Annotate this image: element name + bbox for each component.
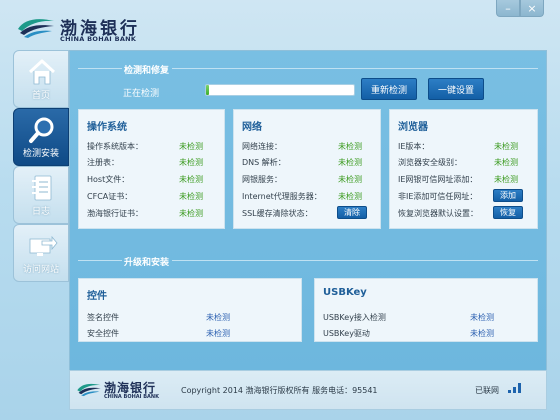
detect-progress-bar — [205, 84, 355, 96]
row-value: 未检测 — [338, 158, 362, 167]
row-label: SSL缓存清除状态： — [242, 209, 313, 218]
row-value: 未检测 — [494, 175, 518, 184]
row-value: 未检测 — [494, 158, 518, 167]
monitor-arrow-icon — [29, 235, 58, 256]
row-value: 未检测 — [470, 329, 494, 338]
home-icon — [28, 59, 56, 85]
row-label: 非IE添加可信任网址： — [398, 192, 478, 201]
row-label: 恢复浏览器默认设置： — [398, 209, 478, 218]
section-divider — [172, 68, 538, 69]
row-label: IE版本： — [398, 142, 430, 151]
network-card: 网络 网络连接： 未检测 DNS 解析： 未检测 网银服务： 未检测 Inter… — [233, 109, 381, 229]
notebook-icon — [32, 175, 52, 201]
row-value: 未检测 — [179, 175, 203, 184]
card-title: 网络 — [242, 122, 262, 133]
sidebar-item-log[interactable]: 日志 — [13, 166, 69, 224]
row-label: 渤海银行证书： — [87, 209, 143, 218]
row-label: USBKey接入检测 — [323, 313, 386, 322]
recheck-button[interactable]: 重新检测 — [361, 78, 417, 100]
bohai-wave-logo-icon — [77, 383, 101, 397]
row-value: 未检测 — [179, 209, 203, 218]
row-label: Host文件： — [87, 175, 130, 184]
row-value: 未检测 — [494, 142, 518, 151]
row-label: 网银服务： — [242, 175, 282, 184]
add-trusted-site-button[interactable]: 添加 — [493, 189, 523, 202]
detect-status-label: 正在检测 — [123, 89, 160, 99]
row-label: 安全控件 — [87, 329, 119, 338]
progress-fill — [206, 85, 209, 95]
section-divider — [78, 260, 122, 261]
card-title: USBKey — [323, 287, 367, 298]
app-header: 渤海银行 CHINA BOHAI BANK – × — [0, 0, 560, 48]
row-value: 未检测 — [470, 313, 494, 322]
network-status: 已联网 — [475, 386, 499, 395]
row-label: CFCA证书： — [87, 192, 133, 201]
close-icon: × — [527, 1, 537, 15]
footer-logo: 渤海银行 CHINA BOHAI BANK — [76, 379, 186, 403]
row-label: USBKey驱动 — [323, 329, 370, 338]
main-content: 检测和修复 正在检测 重新检测 一键设置 操作系统 操作系统版本： 未检测 注册… — [69, 50, 547, 410]
sidebar-item-label: 日志 — [31, 207, 50, 217]
sidebar-item-check-install[interactable]: 检测安装 — [13, 108, 69, 166]
card-title: 浏览器 — [398, 122, 428, 133]
content-body: 检测和修复 正在检测 重新检测 一键设置 操作系统 操作系统版本： 未检测 注册… — [70, 51, 546, 371]
row-label: DNS 解析： — [242, 158, 286, 167]
magnifier-icon — [29, 117, 54, 143]
card-title: 控件 — [87, 291, 107, 302]
row-label: 网络连接： — [242, 142, 282, 151]
row-value: 未检测 — [206, 313, 230, 322]
one-click-setup-button[interactable]: 一键设置 — [428, 78, 484, 100]
row-value: 未检测 — [338, 175, 362, 184]
row-label: Internet代理服务器： — [242, 192, 322, 201]
minimize-icon: – — [505, 1, 511, 15]
signal-bars-icon — [508, 383, 521, 393]
brand-name-en: CHINA BOHAI BANK — [60, 35, 137, 43]
row-label: 操作系统版本： — [87, 142, 143, 151]
row-label: IE网银可信网址添加： — [398, 175, 478, 184]
row-label: 浏览器安全级别： — [398, 158, 462, 167]
row-label: 注册表： — [87, 158, 119, 167]
sidebar-item-label: 首页 — [31, 91, 50, 101]
section-title-check: 检测和修复 — [124, 66, 170, 76]
control-card: 控件 签名控件 未检测 安全控件 未检测 — [78, 278, 302, 342]
row-value: 未检测 — [338, 142, 362, 151]
os-card: 操作系统 操作系统版本： 未检测 注册表： 未检测 Host文件： 未检测 CF… — [78, 109, 225, 229]
app-footer: 渤海银行 CHINA BOHAI BANK Copyright 2014 渤海银… — [69, 370, 547, 410]
copyright-text: Copyright 2014 渤海银行版权所有 服务电话：95541 — [181, 386, 378, 395]
clear-ssl-cache-button[interactable]: 清除 — [337, 206, 367, 219]
bank-logo: 渤海银行 CHINA BOHAI BANK — [16, 13, 176, 43]
sidebar-item-label: 检测安装 — [22, 149, 59, 159]
section-divider — [78, 68, 122, 69]
card-title: 操作系统 — [87, 122, 127, 133]
sidebar-item-visit-site[interactable]: 访问网站 — [13, 224, 69, 282]
restore-browser-defaults-button[interactable]: 恢复 — [493, 206, 523, 219]
row-value: 未检测 — [179, 192, 203, 201]
row-value: 未检测 — [338, 192, 362, 201]
section-divider — [172, 260, 538, 261]
sidebar-item-label: 访问网站 — [22, 265, 59, 275]
row-value: 未检测 — [179, 142, 203, 151]
sidebar-item-home[interactable]: 首页 — [13, 50, 69, 108]
row-label: 签名控件 — [87, 313, 119, 322]
row-value: 未检测 — [206, 329, 230, 338]
minimize-button[interactable]: – — [496, 0, 520, 17]
browser-card: 浏览器 IE版本： 未检测 浏览器安全级别： 未检测 IE网银可信网址添加： 未… — [389, 109, 538, 229]
section-title-upgrade: 升级和安装 — [124, 258, 170, 268]
row-value: 未检测 — [179, 158, 203, 167]
bohai-wave-logo-icon — [18, 19, 54, 38]
footer-brand-en: CHINA BOHAI BANK — [104, 394, 159, 400]
usbkey-card: USBKey USBKey接入检测 未检测 USBKey驱动 未检测 — [314, 278, 538, 342]
close-button[interactable]: × — [520, 0, 544, 17]
